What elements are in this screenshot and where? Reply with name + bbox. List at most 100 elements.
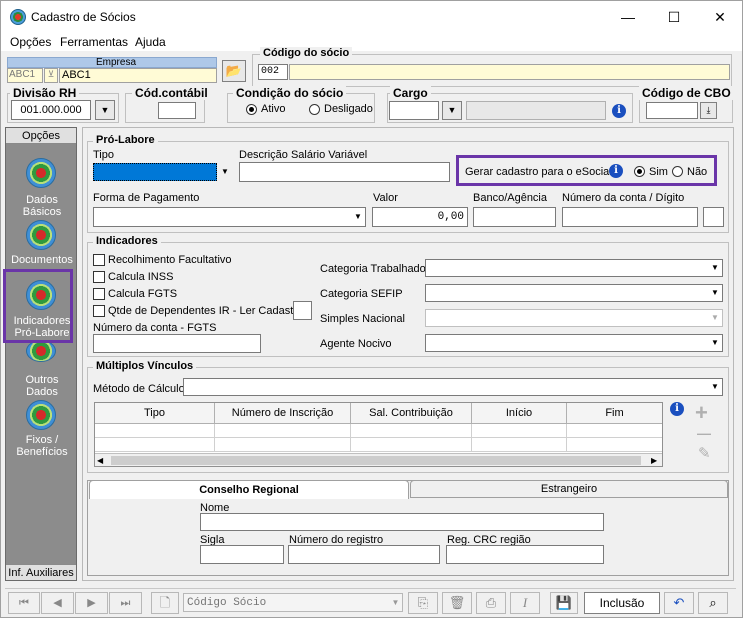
sidebar-item-documentos[interactable]: Documentos: [6, 218, 76, 268]
cod-contabil-input[interactable]: [158, 102, 196, 119]
divisao-rh-input[interactable]: 001.000.000: [11, 100, 91, 120]
search-dropdown-icon[interactable]: ▼: [389, 594, 402, 611]
cargo-info-icon[interactable]: i: [612, 104, 626, 118]
recolhimento-facultativo-checkbox[interactable]: [93, 254, 105, 266]
menu-opcoes[interactable]: Opções: [10, 35, 51, 49]
indicadores-title: Indicadores: [93, 235, 161, 247]
undo-icon[interactable]: ↶: [664, 592, 694, 614]
numero-conta-input[interactable]: [562, 207, 698, 227]
metodo-calculo-select[interactable]: ▼: [183, 378, 723, 396]
valor-label: Valor: [373, 192, 398, 204]
codigo-socio-label: Código do sócio: [260, 47, 353, 59]
column-header-numero-inscricao[interactable]: Número de Inscrição: [215, 403, 351, 424]
next-record-button[interactable]: ▶: [75, 592, 108, 614]
scroll-right-icon[interactable]: ▶: [651, 454, 657, 466]
qtde-dependentes-input[interactable]: [293, 301, 312, 320]
categoria-sefip-select[interactable]: ▼: [425, 284, 723, 302]
esocial-info-icon[interactable]: i: [609, 164, 623, 178]
menu-ferramentas[interactable]: Ferramentas: [60, 35, 128, 49]
title-bar: Cadastro de Sócios — ☐ ✕: [1, 1, 742, 33]
nome-input[interactable]: [200, 513, 604, 531]
column-header-fim[interactable]: Fim: [567, 403, 662, 424]
multiplos-vinculos-title: Múltiplos Vínculos: [93, 360, 197, 372]
vinculos-table[interactable]: Tipo Número de Inscrição Sal. Contribuiç…: [94, 402, 663, 467]
cbo-download-icon[interactable]: ⤓: [700, 102, 717, 119]
italic-icon[interactable]: I: [510, 592, 540, 614]
agente-nocivo-select[interactable]: ▼: [425, 334, 723, 352]
column-header-tipo[interactable]: Tipo: [95, 403, 215, 424]
descricao-input[interactable]: [239, 162, 450, 182]
sidebar-item-fixos-beneficios[interactable]: Fixos / Benefícios: [6, 400, 76, 460]
maximize-button[interactable]: ☐: [651, 1, 697, 33]
sidebar-footer-inf-auxiliares[interactable]: Inf. Auxiliares: [6, 564, 76, 580]
chevron-down-icon: ▼: [708, 260, 722, 276]
empresa-dropdown-icon[interactable]: ⊻: [44, 68, 58, 83]
table-row[interactable]: [95, 424, 662, 438]
conta-digito-input[interactable]: [703, 207, 724, 227]
forma-pagamento-select[interactable]: ▼: [93, 207, 366, 227]
tab-conselho-regional[interactable]: Conselho Regional: [89, 480, 409, 499]
vinculos-info-icon[interactable]: i: [670, 402, 684, 416]
banco-agencia-input[interactable]: [473, 207, 556, 227]
tipo-select[interactable]: [93, 163, 217, 181]
descricao-label: Descrição Salário Variável: [239, 149, 368, 161]
tipo-dropdown-icon[interactable]: ▼: [221, 164, 231, 180]
binoculars-icon[interactable]: ⌕: [698, 592, 728, 614]
crc-regiao-input[interactable]: [446, 545, 604, 564]
cargo-description-field: [466, 101, 606, 120]
highlight-indicadores: [3, 269, 73, 343]
open-folder-icon[interactable]: 📂: [222, 60, 246, 82]
column-header-inicio[interactable]: Início: [472, 403, 567, 424]
scroll-left-icon[interactable]: ◀: [97, 454, 103, 466]
conta-fgts-input[interactable]: [93, 334, 261, 353]
condicao-desligado-radio[interactable]: [309, 104, 320, 115]
chevron-down-icon: ▼: [708, 335, 722, 351]
sigla-input[interactable]: [200, 545, 284, 564]
menu-ajuda[interactable]: Ajuda: [135, 35, 166, 49]
esocial-sim-radio[interactable]: [634, 166, 645, 177]
globe-icon: [26, 220, 56, 250]
previous-record-button[interactable]: ◀: [41, 592, 74, 614]
empresa-code-field[interactable]: ABC1: [7, 68, 43, 83]
forma-pagamento-label: Forma de Pagamento: [93, 192, 200, 204]
sidebar-item-label: Documentos: [11, 254, 73, 266]
cargo-input[interactable]: [389, 101, 439, 120]
tab-estrangeiro[interactable]: Estrangeiro: [410, 480, 728, 498]
esocial-nao-radio[interactable]: [672, 166, 683, 177]
minimize-button[interactable]: —: [605, 1, 651, 33]
valor-input[interactable]: 0,00: [372, 207, 468, 227]
codigo-socio-search-input[interactable]: [183, 593, 403, 612]
socio-name-field[interactable]: [289, 64, 730, 80]
new-document-icon[interactable]: 🗋: [151, 592, 179, 614]
qtde-dependentes-checkbox[interactable]: [93, 305, 105, 317]
copy-record-icon[interactable]: ⎘: [408, 592, 438, 614]
column-header-sal-contribuicao[interactable]: Sal. Contribuição: [351, 403, 472, 424]
cod-contabil-label: Cód.contábil: [132, 86, 211, 100]
numero-registro-input[interactable]: [288, 545, 440, 564]
sidebar-item-outros-dados[interactable]: Outros Dados: [6, 340, 76, 400]
edit-vinculo-icon[interactable]: ✎: [698, 444, 711, 462]
print-icon[interactable]: ⎙: [476, 592, 506, 614]
empresa-name-field[interactable]: ABC1: [59, 68, 217, 83]
cargo-dropdown-icon[interactable]: ▼: [442, 101, 462, 120]
codigo-socio-input[interactable]: 002: [258, 64, 288, 80]
first-record-button[interactable]: ⏮: [8, 592, 40, 614]
condicao-ativo-radio[interactable]: [246, 104, 257, 115]
add-vinculo-icon[interactable]: +: [695, 400, 708, 426]
sidebar-item-label: Básicos: [22, 206, 62, 218]
categoria-trabalhador-select[interactable]: ▼: [425, 259, 723, 277]
sidebar-item-dados-basicos[interactable]: Dados Básicos: [6, 154, 76, 220]
table-row[interactable]: [95, 438, 662, 452]
scrollbar-thumb[interactable]: [111, 456, 641, 465]
divisao-rh-dropdown-icon[interactable]: ▼: [95, 100, 115, 120]
last-record-button[interactable]: ⏭: [109, 592, 142, 614]
delete-record-icon[interactable]: 🗑: [442, 592, 472, 614]
codigo-cbo-input[interactable]: [646, 102, 698, 119]
close-button[interactable]: ✕: [697, 1, 743, 33]
calcula-inss-checkbox[interactable]: [93, 271, 105, 283]
remove-vinculo-icon[interactable]: —: [697, 425, 711, 441]
chevron-down-icon: ▼: [351, 208, 365, 226]
save-icon[interactable]: 💾: [550, 592, 578, 614]
table-horizontal-scrollbar[interactable]: ◀ ▶: [95, 453, 662, 466]
calcula-fgts-checkbox[interactable]: [93, 288, 105, 300]
